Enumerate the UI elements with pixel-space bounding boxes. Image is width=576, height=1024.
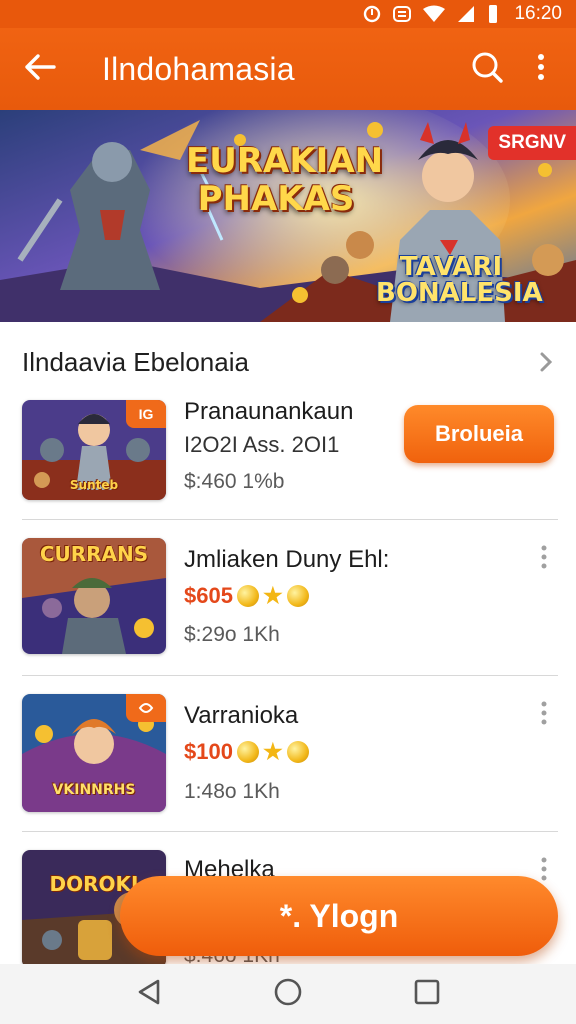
coin-icon [236, 585, 259, 607]
signal-icon [456, 5, 476, 23]
item-thumbnail: VKINNRHS [22, 694, 166, 812]
item-more-button[interactable] [534, 700, 554, 730]
coin-icon [286, 585, 309, 607]
item-subtitle: I2O2I Ass. 2OI1 [184, 432, 340, 457]
hero-banner[interactable]: SRGNV EURAKIAN PHAKAS TAVARI BONALESIA [0, 110, 576, 322]
section-title: Ilndaavia Ebelonaia [22, 346, 249, 377]
screen: 16:20 Ilndohamasia SRGNV EURAKIAN PHAKAS… [0, 0, 576, 1024]
arrow-back-icon [24, 53, 56, 86]
divider [22, 675, 558, 676]
alarm-icon [362, 4, 382, 24]
nav-recents-button[interactable] [397, 964, 457, 1024]
thumbnail-title: VKINNRHS [52, 782, 136, 798]
item-price-row: $605 ★ [184, 583, 309, 609]
list-item[interactable]: VKINNRHS Varranioka $100 ★ 1:48o 1Kh [0, 684, 576, 840]
battery-icon [486, 4, 500, 24]
search-button[interactable] [460, 28, 514, 110]
floating-cta-button[interactable]: *. Ylogn [120, 876, 558, 956]
search-icon [470, 50, 504, 89]
more-vert-icon [537, 53, 545, 86]
nav-back-button[interactable] [119, 964, 179, 1024]
more-options-button[interactable] [514, 28, 568, 110]
item-name: Jmliaken Duny Ehl: [184, 546, 390, 573]
banner-subtitle: TAVARI BONALESIA [376, 252, 543, 308]
star-icon: ★ [262, 739, 283, 764]
thumbnail-badge [126, 694, 166, 722]
item-meta: $:29o 1Kh [184, 623, 280, 646]
divider [22, 831, 558, 832]
item-thumbnail: IG Sunteb [22, 400, 166, 500]
more-vert-icon [541, 701, 547, 730]
thumbnail-badge: IG [126, 400, 166, 428]
list-item[interactable]: CURRANS Jmliaken Duny Ehl: $605 ★ $:29o … [0, 528, 576, 684]
app-bar: Ilndohamasia [0, 28, 576, 110]
thumbnail-title: CURRANS [39, 542, 149, 566]
coin-icon [286, 741, 309, 763]
thumbnail-title: Sunteb [69, 478, 119, 492]
item-name: Varranioka [184, 702, 299, 729]
item-price: $100 [184, 739, 233, 764]
banner-title: EURAKIAN PHAKAS [186, 141, 384, 219]
chevron-right-icon [532, 348, 560, 376]
circle-home-icon [273, 977, 303, 1012]
triangle-back-icon [136, 978, 162, 1011]
section-header[interactable]: Ilndaavia Ebelonaia [22, 340, 560, 384]
wifi-icon [422, 5, 446, 23]
item-price: $605 [184, 583, 233, 608]
square-recents-icon [414, 979, 440, 1010]
status-time: 16:20 [514, 3, 562, 24]
back-button[interactable] [0, 28, 80, 110]
coin-icon [236, 741, 259, 763]
item-price-row: $100 ★ [184, 739, 309, 765]
notification-icon [392, 4, 412, 24]
item-more-button[interactable] [534, 544, 554, 574]
item-name: Pranaunankaun [184, 398, 354, 425]
banner-tag: SRGNV [488, 126, 576, 160]
page-title: Ilndohamasia [102, 50, 295, 87]
item-action-button[interactable]: Brolueia [404, 405, 554, 463]
nav-home-button[interactable] [258, 964, 318, 1024]
item-meta: 1:48o 1Kh [184, 780, 280, 803]
item-thumbnail: CURRANS [22, 538, 166, 654]
divider [22, 519, 558, 520]
item-meta: $:460 1%b [184, 470, 285, 493]
star-icon: ★ [262, 583, 283, 608]
more-vert-icon [541, 545, 547, 574]
more-vert-icon [541, 857, 547, 886]
system-nav-bar [0, 964, 576, 1024]
status-bar: 16:20 [0, 0, 576, 28]
